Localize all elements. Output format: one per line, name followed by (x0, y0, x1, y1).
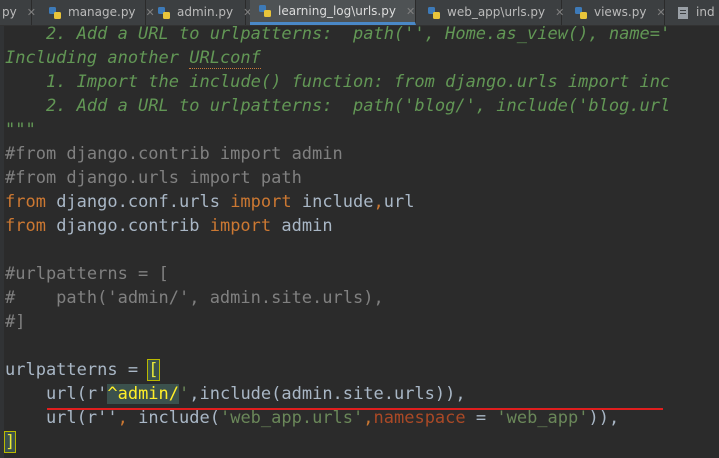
code-line-13[interactable]: #] (5, 310, 25, 334)
module-name: django.conf.urls (45, 192, 231, 212)
imported-name: admin (271, 216, 333, 236)
string-literal: 'web_app' (496, 408, 589, 428)
call-text: include( (138, 408, 220, 428)
keyword-import: import (230, 192, 292, 212)
comma: , (363, 408, 374, 428)
code-line-12[interactable]: # path('admin/', admin.site.urls), (5, 286, 384, 310)
module-name: django.contrib (45, 216, 210, 236)
imported-name: url (383, 192, 415, 212)
tab-label: ind (696, 5, 715, 19)
code-line-11[interactable]: #urlpatterns = [ (5, 262, 169, 286)
html-file-icon (676, 6, 690, 20)
variable-name: urlpatterns = (5, 360, 149, 380)
keyword-from: from (5, 192, 46, 212)
docstring-text: Including another (5, 48, 190, 68)
python-file-icon (574, 6, 588, 20)
code-line-7[interactable]: #from django.urls import path (5, 166, 302, 190)
editor-gutter (0, 26, 4, 458)
code-editor[interactable]: 2. Add a URL to urlpatterns: path('', Ho… (0, 24, 719, 458)
keyword-from: from (5, 216, 46, 236)
close-icon[interactable]: ✕ (555, 6, 564, 19)
matched-bracket: [ (147, 359, 160, 381)
regex-text: ^admin/ (107, 384, 180, 404)
python-file-icon (48, 6, 62, 20)
python-file-icon (157, 6, 171, 20)
python-file-icon (427, 6, 441, 20)
call-text: ,include(admin.site.urls)), (189, 384, 466, 404)
matched-bracket: ] (3, 431, 17, 453)
call-text: url(r' (5, 384, 108, 404)
code-line-5[interactable]: """ (5, 118, 36, 142)
code-line-15[interactable]: urlpatterns = [ (5, 358, 160, 382)
code-line-6[interactable]: #from django.contrib import admin (5, 142, 343, 166)
comma: , (117, 408, 139, 428)
call-text: )), (588, 408, 620, 428)
code-line-1[interactable]: 2. Add a URL to urlpatterns: path('', Ho… (5, 22, 670, 46)
code-line-3[interactable]: 1. Import the include() function: from d… (5, 70, 670, 94)
code-line-9[interactable]: from django.contrib import admin (5, 214, 333, 238)
close-icon[interactable]: ✕ (27, 6, 36, 19)
tab-index[interactable]: ind (668, 0, 719, 25)
keyword-argument: namespace (373, 408, 466, 428)
comma: , (373, 192, 384, 212)
close-icon[interactable]: ✕ (406, 5, 415, 18)
operator: = (465, 408, 497, 428)
string-literal: 'web_app.urls' (219, 408, 364, 428)
python-file-icon (258, 4, 272, 18)
tab-label: learning_log\urls.py (278, 3, 396, 18)
imported-name: include (291, 192, 374, 212)
code-line-4[interactable]: 2. Add a URL to urlpatterns: path('blog/… (5, 94, 670, 118)
code-line-2[interactable]: Including another URLconf (5, 46, 261, 70)
red-underline-annotation (47, 408, 663, 410)
code-line-16[interactable]: url(r'^admin/',include(admin.site.urls))… (5, 382, 466, 406)
string-quote: ' (179, 384, 190, 404)
typo-highlight: URLconf (189, 48, 261, 69)
call-text: url(r'' (5, 408, 118, 428)
close-icon[interactable]: ✕ (656, 6, 665, 19)
code-line-8[interactable]: from django.conf.urls import include,url (5, 190, 414, 214)
keyword-import: import (209, 216, 272, 236)
code-line-18[interactable]: ] (3, 430, 17, 454)
